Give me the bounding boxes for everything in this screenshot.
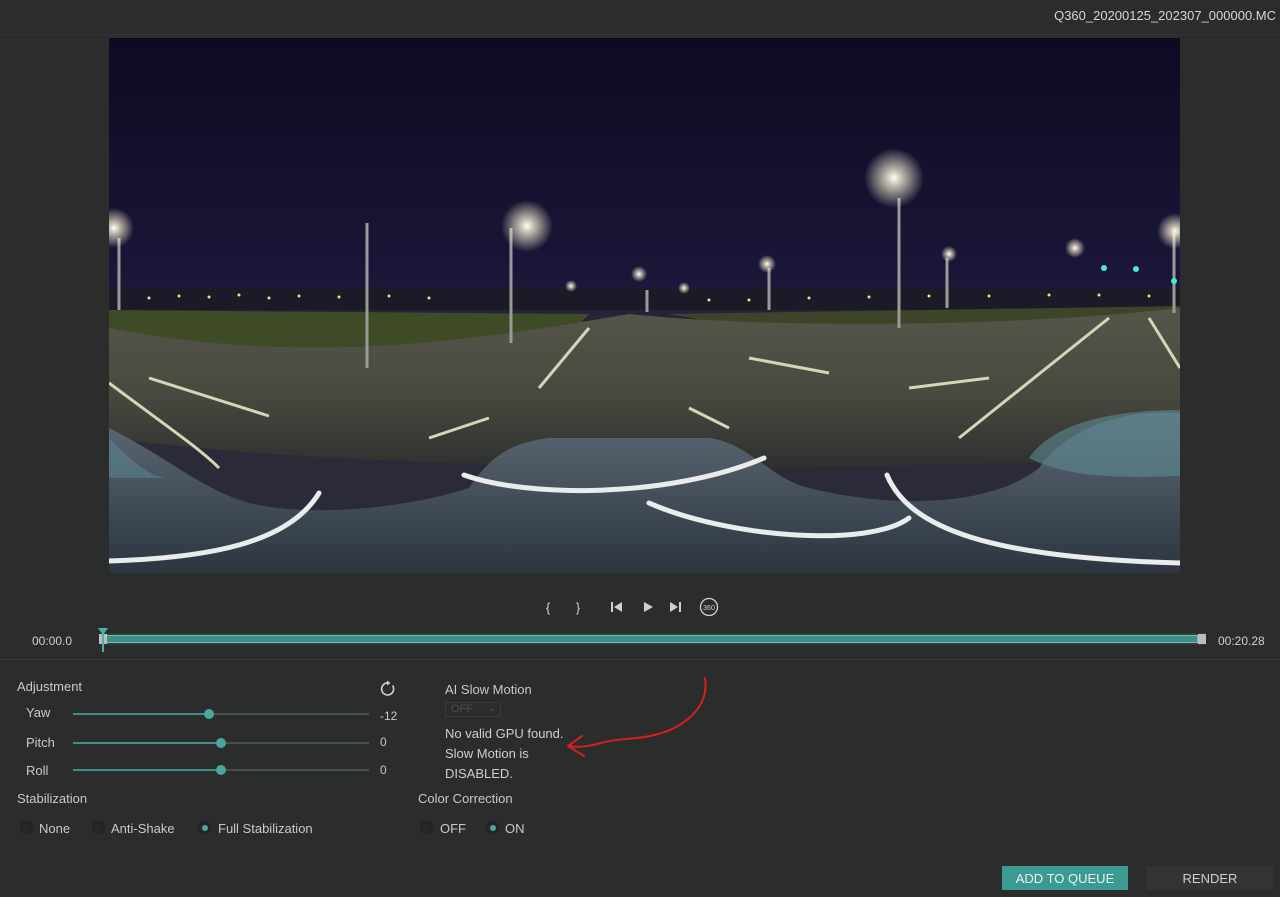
adjustment-title: Adjustment [17, 679, 83, 694]
color-correction-on-radio[interactable] [486, 821, 499, 834]
timeline-range[interactable] [102, 635, 1198, 643]
roll-slider-fill [73, 769, 221, 771]
view-360-icon[interactable]: 360 [698, 597, 720, 617]
pitch-value: 0 [380, 735, 387, 749]
color-correction-off-label[interactable]: OFF [440, 821, 466, 836]
ai-slow-motion-title: AI Slow Motion [445, 682, 532, 697]
color-correction-off-radio[interactable] [420, 821, 433, 834]
pitch-label: Pitch [26, 735, 55, 750]
mark-in-button[interactable]: { [540, 598, 556, 616]
stabilization-title: Stabilization [17, 791, 88, 806]
panel-divider [0, 659, 1280, 660]
yaw-value: -12 [380, 709, 398, 723]
reset-icon[interactable] [379, 680, 397, 698]
yaw-slider-handle[interactable] [204, 709, 214, 719]
previous-icon[interactable] [607, 598, 627, 616]
pitch-slider-fill [73, 742, 221, 744]
time-start: 00:00.0 [32, 634, 73, 648]
svg-text:360: 360 [703, 605, 715, 612]
color-correction-on-label[interactable]: ON [505, 821, 525, 836]
pitch-slider-handle[interactable] [216, 738, 226, 748]
stabilization-antishake-label[interactable]: Anti-Shake [111, 821, 175, 836]
stabilization-antishake-radio[interactable] [92, 821, 105, 834]
ai-slow-motion-value: OFF [451, 703, 473, 715]
stabilization-full-radio[interactable] [198, 821, 211, 834]
yaw-label: Yaw [26, 705, 51, 720]
file-name: Q360_20200125_202307_000000.MC [1054, 8, 1276, 23]
play-icon[interactable] [638, 598, 658, 616]
mark-out-button[interactable]: } [570, 598, 586, 616]
stabilization-full-label[interactable]: Full Stabilization [218, 821, 313, 836]
yaw-slider-fill [73, 713, 209, 715]
roll-slider-handle[interactable] [216, 765, 226, 775]
ai-slow-motion-select[interactable]: OFF ⌄ [445, 702, 501, 717]
stabilization-none-label[interactable]: None [39, 821, 70, 836]
trim-end-handle[interactable] [1198, 634, 1206, 644]
add-to-queue-button[interactable]: ADD TO QUEUE [1002, 866, 1128, 890]
chevron-down-icon: ⌄ [487, 703, 496, 714]
video-frame [109, 38, 1180, 573]
playhead-marker-icon[interactable] [98, 628, 108, 635]
next-icon[interactable] [665, 598, 685, 616]
time-end: 00:20.28 [1218, 634, 1265, 648]
annotation-arrow-icon [567, 677, 707, 757]
video-preview[interactable] [109, 38, 1180, 573]
roll-value: 0 [380, 763, 387, 777]
stabilization-none-radio[interactable] [20, 821, 33, 834]
color-correction-title: Color Correction [418, 791, 513, 806]
roll-label: Roll [26, 763, 49, 778]
render-button[interactable]: RENDER [1147, 866, 1273, 890]
